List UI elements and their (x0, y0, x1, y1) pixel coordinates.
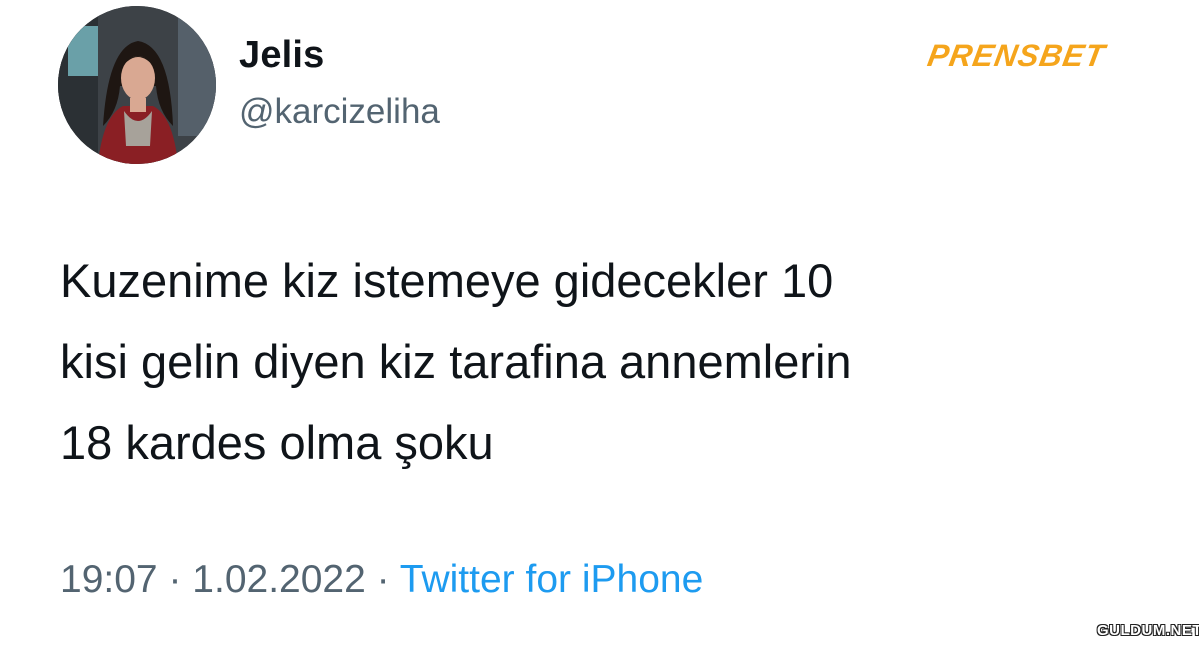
meta-separator: · (168, 558, 182, 601)
display-name[interactable]: Jelis (239, 34, 325, 77)
tweet-time[interactable]: 19:07 (60, 558, 158, 601)
tweet-text: Kuzenime kiz istemeye gidecekler 10 kisi… (60, 240, 1180, 483)
tweet-text-line: 18 kardes olma şoku (60, 416, 494, 469)
avatar[interactable] (58, 6, 216, 164)
tweet-text-line: Kuzenime kiz istemeye gidecekler 10 (60, 254, 834, 307)
avatar-photo (58, 6, 216, 164)
tweet-metadata: 19:07 · 1.02.2022 · Twitter for iPhone (60, 558, 703, 602)
tweet-text-line: kisi gelin diyen kiz tarafina annemlerin (60, 335, 852, 388)
meta-separator: · (376, 558, 390, 601)
tweet-date[interactable]: 1.02.2022 (192, 558, 366, 601)
user-handle[interactable]: @karcizeliha (239, 92, 440, 132)
tweet-source-link[interactable]: Twitter for iPhone (400, 558, 703, 601)
brand-logo: PRENSBET (925, 38, 1108, 73)
watermark: GULDUM.NET (1097, 622, 1199, 639)
